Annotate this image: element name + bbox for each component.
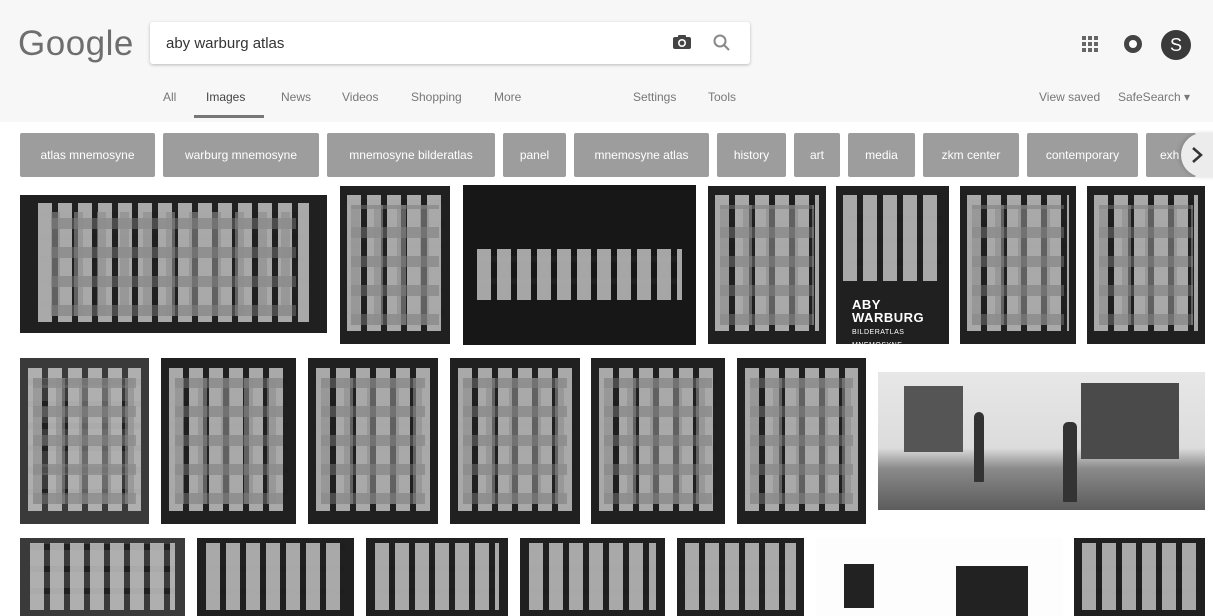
active-tab-indicator — [194, 115, 264, 118]
tab-news[interactable]: News — [281, 90, 311, 104]
image-result[interactable] — [308, 358, 438, 524]
image-results-grid: ABY WARBURG BILDERATLAS MNEMOSYNE — [0, 184, 1213, 616]
image-result[interactable] — [197, 538, 354, 616]
image-result[interactable] — [1074, 538, 1205, 616]
notifications-icon[interactable] — [1124, 35, 1142, 53]
image-caption-title: ABY WARBURG — [852, 297, 925, 325]
search-box[interactable] — [150, 22, 750, 64]
image-result[interactable] — [463, 185, 696, 345]
tab-shopping[interactable]: Shopping — [411, 90, 462, 104]
image-result[interactable] — [520, 538, 665, 616]
tab-videos[interactable]: Videos — [342, 90, 378, 104]
image-result[interactable] — [1087, 186, 1205, 344]
image-result[interactable] — [960, 186, 1076, 344]
tab-settings[interactable]: Settings — [633, 90, 676, 104]
search-icon[interactable] — [712, 33, 732, 53]
tab-images[interactable]: Images — [206, 90, 245, 104]
chip-history[interactable]: history — [717, 133, 786, 177]
search-tabs: All Images News Videos Shopping More Set… — [0, 90, 1213, 112]
chip-atlas-mnemosyne[interactable]: atlas mnemosyne — [20, 133, 155, 177]
chip-mnemosyne-bilderatlas[interactable]: mnemosyne bilderatlas — [327, 133, 495, 177]
chip-contemporary[interactable]: contemporary — [1027, 133, 1138, 177]
search-input[interactable] — [164, 31, 648, 55]
tab-more[interactable]: More — [494, 90, 521, 104]
image-result[interactable] — [878, 372, 1205, 510]
image-result[interactable] — [591, 358, 725, 524]
image-result[interactable] — [737, 358, 866, 524]
image-result[interactable] — [161, 358, 296, 524]
image-caption-subtitle: BILDERATLAS MNEMOSYNE — [852, 329, 905, 344]
tab-tools[interactable]: Tools — [708, 90, 736, 104]
chip-warburg-mnemosyne[interactable]: warburg mnemosyne — [163, 133, 319, 177]
safesearch-toggle[interactable]: SafeSearch ▾ — [1118, 90, 1190, 104]
related-search-chips: atlas mnemosyne warburg mnemosyne mnemos… — [0, 133, 1213, 179]
chip-mnemosyne-atlas[interactable]: mnemosyne atlas — [574, 133, 709, 177]
camera-icon[interactable] — [672, 34, 692, 50]
image-result[interactable] — [366, 538, 508, 616]
image-result[interactable] — [20, 195, 327, 333]
apps-grid-icon[interactable] — [1082, 36, 1098, 52]
chip-media[interactable]: media — [848, 133, 915, 177]
tab-all[interactable]: All — [163, 90, 176, 104]
view-saved-link[interactable]: View saved — [1039, 90, 1100, 104]
image-result[interactable] — [450, 358, 580, 524]
chip-art[interactable]: art — [794, 133, 840, 177]
image-result[interactable] — [20, 358, 149, 524]
image-result[interactable] — [708, 186, 826, 344]
chip-panel[interactable]: panel — [503, 133, 566, 177]
chip-zkm-center[interactable]: zkm center — [923, 133, 1019, 177]
image-result[interactable]: ABY WARBURG BILDERATLAS MNEMOSYNE — [836, 186, 949, 344]
image-caption: ABY WARBURG BILDERATLAS MNEMOSYNE — [852, 298, 949, 344]
account-avatar[interactable]: S — [1161, 30, 1191, 60]
image-result[interactable] — [677, 538, 804, 616]
google-logo[interactable]: Google — [18, 24, 134, 64]
image-result[interactable] — [20, 538, 185, 616]
chevron-right-icon — [1192, 147, 1203, 163]
image-result[interactable] — [816, 538, 1063, 616]
image-result[interactable] — [340, 186, 450, 344]
